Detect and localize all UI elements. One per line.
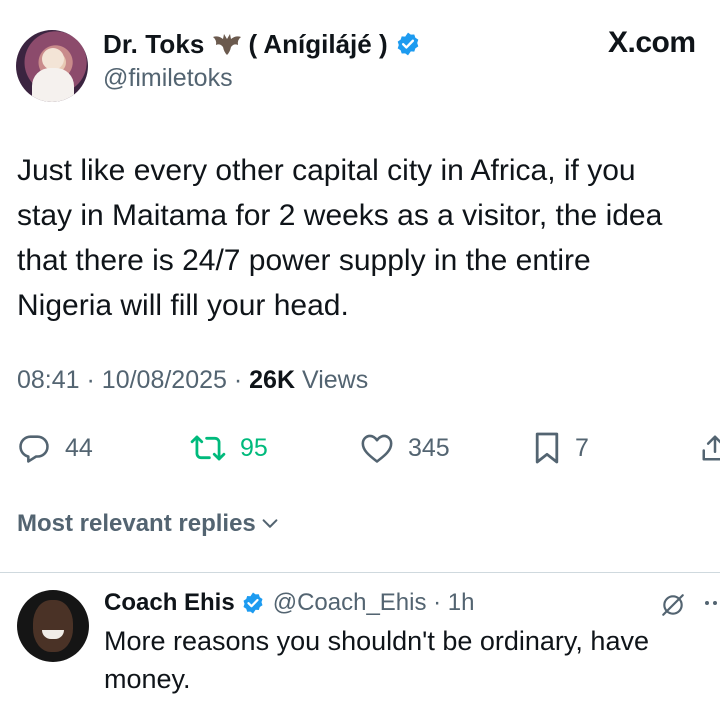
retweet-count: 95	[240, 433, 268, 462]
author-handle[interactable]: @fimiletoks	[103, 64, 233, 93]
bookmark-icon	[535, 432, 559, 464]
views-label: Views	[301, 366, 369, 394]
reply-text-line: money.	[104, 664, 191, 694]
chevron-down-icon	[262, 519, 278, 528]
author-name-suffix[interactable]: ( Anígilájé )	[248, 29, 387, 60]
reply-button[interactable]: 44	[17, 430, 93, 466]
author-name-line[interactable]: Dr. Toks ( Anígilájé )	[103, 26, 421, 62]
retweet-icon	[190, 435, 226, 461]
reply-author-name[interactable]: Coach Ehis	[104, 589, 235, 617]
grok-icon[interactable]	[660, 592, 686, 623]
replies-sort-dropdown[interactable]: Most relevant replies	[17, 510, 281, 538]
retweet-button[interactable]: 95	[190, 430, 268, 466]
replies-sort-label: Most relevant replies	[17, 510, 256, 537]
tweet-text: Just like every other capital city in Af…	[17, 148, 720, 328]
author-name[interactable]: Dr. Toks	[103, 29, 204, 60]
verified-badge-icon	[395, 31, 421, 57]
tweet-meta: 08:41 · 10/08/2025 · 26K Views	[17, 366, 368, 395]
heart-icon	[361, 434, 393, 463]
verified-badge-icon	[241, 591, 265, 615]
reply-handle-time[interactable]: @Coach_Ehis · 1h	[273, 589, 475, 617]
like-button[interactable]: 345	[360, 430, 450, 466]
reply-text: More reasons you shouldn't be ordinary, …	[104, 622, 704, 698]
meta-separator: ·	[86, 366, 102, 394]
site-logo: X.com	[608, 26, 696, 59]
divider	[0, 572, 720, 573]
author-avatar[interactable]	[16, 30, 88, 102]
tweet-date[interactable]: 10/08/2025	[102, 366, 227, 394]
reply-icon	[19, 435, 49, 463]
like-count: 345	[408, 433, 450, 462]
bat-emoji-icon	[212, 31, 242, 57]
reply-avatar[interactable]	[17, 590, 89, 662]
bookmark-button[interactable]: 7	[533, 430, 589, 466]
tweet-text-line: Nigeria will fill your head.	[17, 289, 349, 322]
more-options-icon[interactable]	[704, 596, 720, 615]
bookmark-count: 7	[575, 433, 589, 462]
reply-header: Coach Ehis @Coach_Ehis · 1h	[104, 586, 475, 620]
share-button[interactable]	[700, 430, 720, 466]
share-icon	[702, 435, 720, 461]
tweet-text-line: Just like every other capital city in Af…	[17, 154, 636, 187]
tweet-text-line: stay in Maitama for 2 weeks as a visitor…	[17, 199, 663, 232]
tweet-text-line: that there is 24/7 power supply in the e…	[17, 244, 591, 277]
reply-text-line: More reasons you shouldn't be ordinary, …	[104, 626, 649, 656]
tweet-time[interactable]: 08:41	[17, 366, 80, 394]
meta-separator: ·	[233, 366, 250, 394]
views-count: 26K	[249, 366, 296, 394]
reply-count: 44	[65, 433, 93, 462]
